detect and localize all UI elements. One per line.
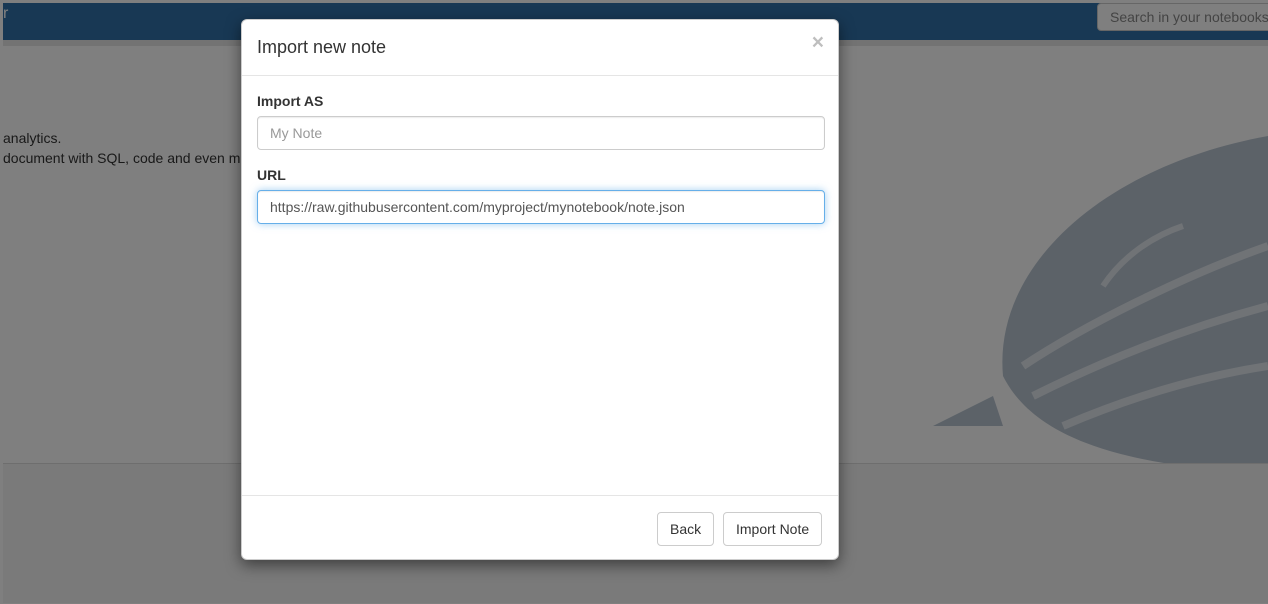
close-icon[interactable]: × bbox=[812, 32, 824, 53]
modal-title: Import new note bbox=[257, 37, 387, 57]
back-button[interactable]: Back bbox=[657, 512, 715, 546]
url-label: URL bbox=[257, 167, 286, 183]
import-as-input[interactable] bbox=[257, 116, 825, 150]
modal-footer: Back Import Note bbox=[242, 495, 838, 561]
import-as-label: Import AS bbox=[257, 93, 324, 109]
url-input[interactable] bbox=[257, 190, 825, 224]
import-note-button[interactable]: Import Note bbox=[723, 512, 823, 546]
modal-body: Import AS URL bbox=[242, 76, 838, 496]
modal-header: Import new note × bbox=[242, 20, 838, 76]
import-note-dialog: Import new note × Import AS URL Back Imp… bbox=[241, 19, 839, 560]
